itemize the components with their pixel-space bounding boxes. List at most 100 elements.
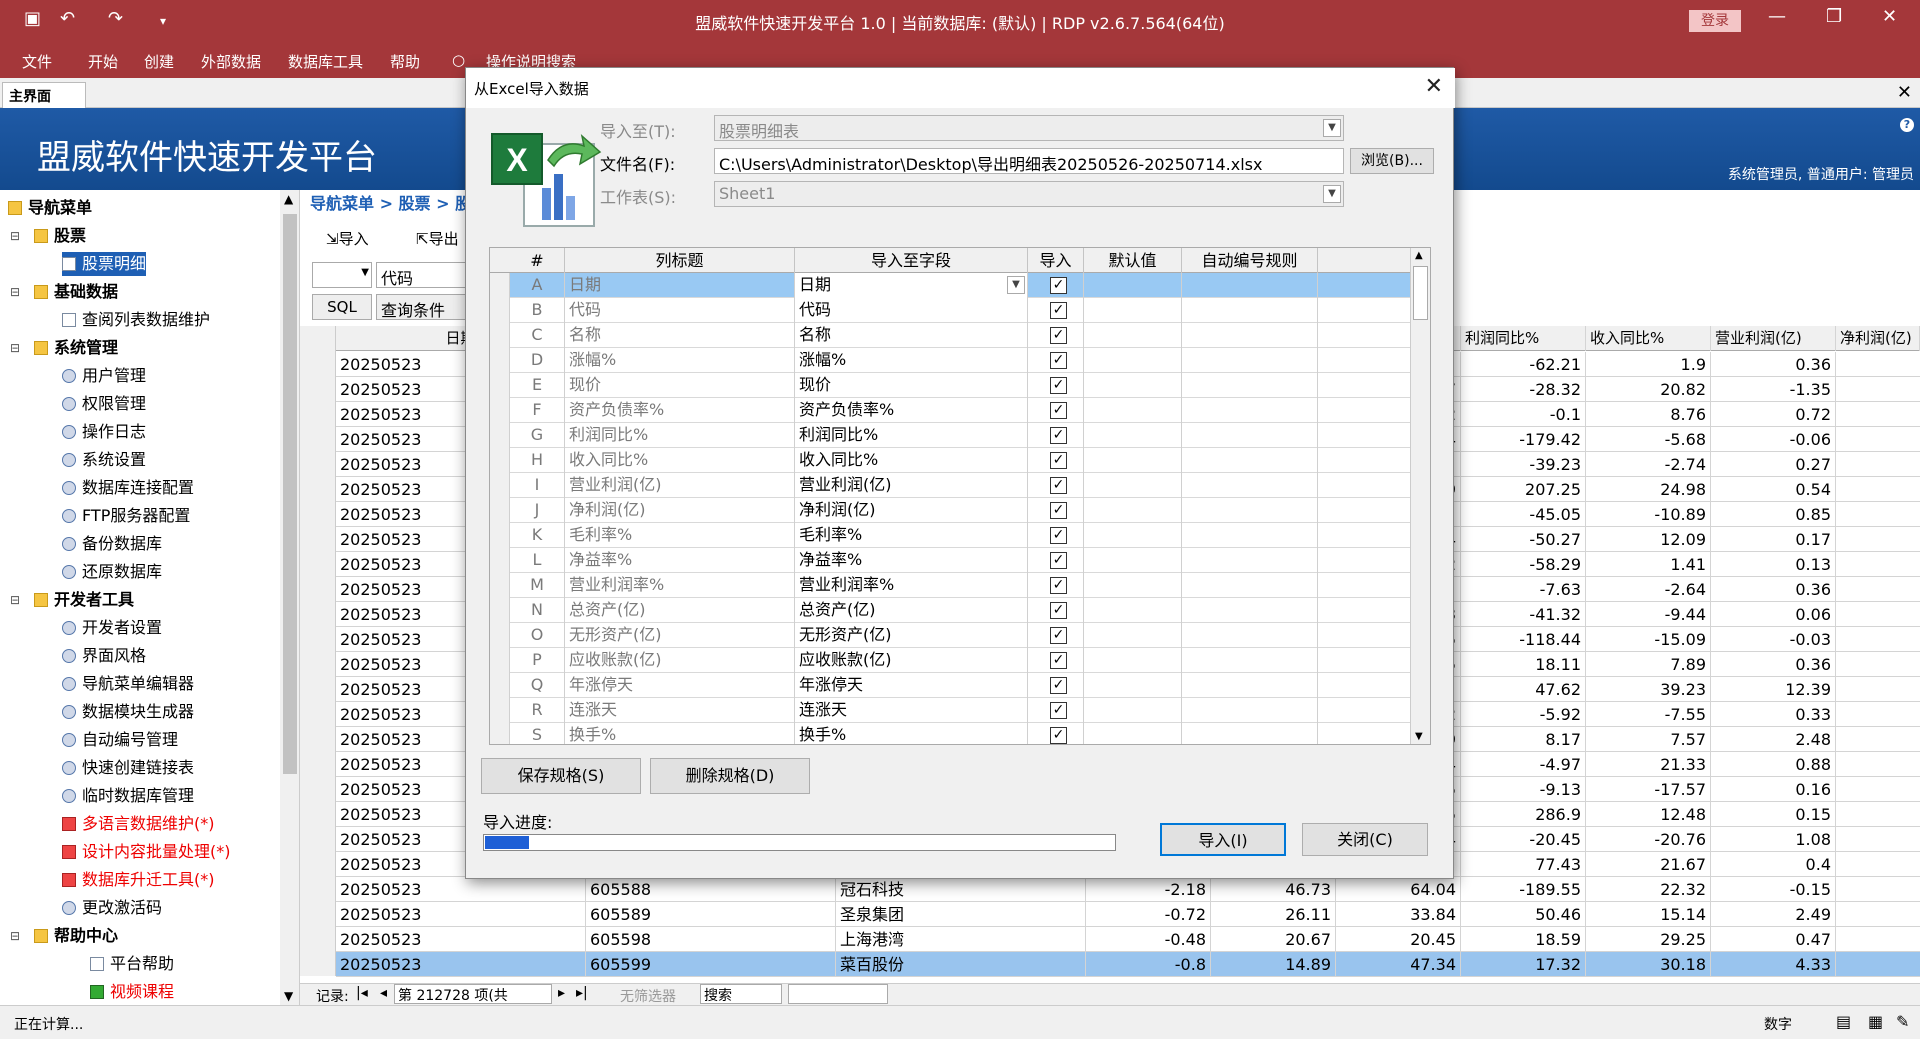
nav-group-3[interactable]: 开发者工具: [34, 588, 134, 612]
mapping-row[interactable]: D 涨幅% 涨幅% ✓: [490, 348, 1410, 373]
import-checkbox[interactable]: ✓: [1050, 477, 1067, 494]
table-cell[interactable]: 0.72: [1711, 402, 1836, 427]
mapping-row[interactable]: L 净益率% 净益率% ✓: [490, 548, 1410, 573]
menu-file[interactable]: 文件: [22, 51, 52, 72]
table-cell[interactable]: -7.63: [1461, 577, 1586, 602]
target-field-select[interactable]: 名称: [795, 323, 1028, 348]
table-cell[interactable]: -2.74: [1586, 452, 1711, 477]
mapping-row[interactable]: K 毛利率% 毛利率% ✓: [490, 523, 1410, 548]
mapping-row[interactable]: O 无形资产(亿) 无形资产(亿) ✓: [490, 623, 1410, 648]
table-cell[interactable]: -5.68: [1586, 427, 1711, 452]
import-checkbox[interactable]: ✓: [1050, 502, 1067, 519]
table-cell[interactable]: 0.06: [1711, 602, 1836, 627]
scroll-down-icon[interactable]: ▼: [284, 989, 293, 1003]
mapping-row[interactable]: E 现价 现价 ✓: [490, 373, 1410, 398]
table-cell[interactable]: 0.88: [1711, 752, 1836, 777]
mapping-row[interactable]: B 代码 代码 ✓: [490, 298, 1410, 323]
table-cell[interactable]: 0.17: [1711, 527, 1836, 552]
import-checkbox[interactable]: ✓: [1050, 677, 1067, 694]
table-cell[interactable]: -179.42: [1461, 427, 1586, 452]
default-value-cell[interactable]: [1084, 348, 1182, 373]
table-cell[interactable]: -10.89: [1586, 502, 1711, 527]
target-field-select[interactable]: 代码: [795, 298, 1028, 323]
row-selector-column[interactable]: [300, 326, 336, 976]
target-field-select[interactable]: 无形资产(亿): [795, 623, 1028, 648]
row-selector[interactable]: [490, 423, 510, 448]
menu-db-tools[interactable]: 数据库工具: [288, 51, 363, 72]
target-field-select[interactable]: 换手%: [795, 723, 1028, 744]
collapse-toggle-icon[interactable]: ⊟: [10, 229, 20, 243]
nav-item-3-7[interactable]: 多语言数据维护(*): [62, 812, 215, 836]
collapse-toggle-icon[interactable]: ⊟: [10, 593, 20, 607]
row-selector[interactable]: [490, 373, 510, 398]
help-icon[interactable]: ?: [1900, 118, 1914, 132]
tab-main[interactable]: 主界面: [2, 82, 86, 108]
breadcrumb[interactable]: 导航菜单 > 股票 > 股: [310, 190, 471, 214]
table-cell[interactable]: 0.54: [1711, 477, 1836, 502]
target-field-select[interactable]: 净利润(亿): [795, 498, 1028, 523]
table-cell[interactable]: 4.33: [1711, 952, 1836, 977]
table-row[interactable]: 20250523 605589 圣泉集团 -0.72 26.11 33.84 50.46 15…: [336, 902, 1920, 927]
chevron-down-icon[interactable]: ▼: [1007, 276, 1025, 294]
nav-item-3-4[interactable]: 自动编号管理: [62, 728, 178, 752]
table-cell[interactable]: 20.82: [1586, 377, 1711, 402]
nav-item-0-0[interactable]: 股票明细: [62, 252, 147, 276]
table-cell[interactable]: 2.49: [1711, 902, 1836, 927]
import-checkbox[interactable]: ✓: [1050, 402, 1067, 419]
default-value-cell[interactable]: [1084, 298, 1182, 323]
table-cell[interactable]: -15.09: [1586, 627, 1711, 652]
mapping-row[interactable]: S 换手% 换手% ✓: [490, 723, 1410, 744]
table-cell[interactable]: -9.13: [1461, 777, 1586, 802]
layout-view-icon[interactable]: ▦: [1868, 1012, 1883, 1031]
nav-item-2-3[interactable]: 系统设置: [62, 448, 146, 472]
close-button[interactable]: 关闭(C): [1302, 823, 1428, 856]
import-checkbox[interactable]: ✓: [1050, 727, 1067, 744]
first-record-icon[interactable]: |◂: [356, 985, 368, 1001]
autonumber-cell[interactable]: [1182, 673, 1318, 698]
autonumber-cell[interactable]: [1182, 523, 1318, 548]
no-filter-button[interactable]: 无筛选器: [620, 986, 676, 1006]
table-cell[interactable]: 605599: [586, 952, 836, 977]
nav-item-3-0[interactable]: 开发者设置: [62, 616, 162, 640]
target-field-select[interactable]: 连涨天: [795, 698, 1028, 723]
nav-scrollbar[interactable]: ▲ ▼: [280, 190, 299, 1005]
nav-item-2-0[interactable]: 用户管理: [62, 364, 146, 388]
table-cell[interactable]: -62.21: [1461, 352, 1586, 377]
table-cell[interactable]: 2.48: [1711, 727, 1836, 752]
default-value-cell[interactable]: [1084, 373, 1182, 398]
table-cell[interactable]: -50.27: [1461, 527, 1586, 552]
autonumber-cell[interactable]: [1182, 598, 1318, 623]
target-field-select[interactable]: 涨幅%: [795, 348, 1028, 373]
table-cell[interactable]: -17.57: [1586, 777, 1711, 802]
mapping-row[interactable]: M 营业利润率% 营业利润率% ✓: [490, 573, 1410, 598]
close-tab-icon[interactable]: ✕: [1897, 82, 1912, 103]
row-selector[interactable]: [490, 673, 510, 698]
browse-button[interactable]: 浏览(B)...: [1350, 148, 1434, 174]
table-cell[interactable]: 47.62: [1461, 677, 1586, 702]
minimize-icon[interactable]: —: [1768, 6, 1786, 27]
mapping-row[interactable]: I 营业利润(亿) 营业利润(亿) ✓: [490, 473, 1410, 498]
table-cell[interactable]: -0.1: [1461, 402, 1586, 427]
table-cell[interactable]: 286.9: [1461, 802, 1586, 827]
row-selector[interactable]: [490, 573, 510, 598]
import-checkbox[interactable]: ✓: [1050, 577, 1067, 594]
nav-group-2[interactable]: 系统管理: [34, 336, 118, 360]
table-cell[interactable]: -7.55: [1586, 702, 1711, 727]
dialog-close-icon[interactable]: ✕: [1425, 74, 1443, 99]
table-cell[interactable]: 20.45: [1336, 927, 1461, 952]
import-checkbox[interactable]: ✓: [1050, 427, 1067, 444]
table-cell[interactable]: -20.45: [1461, 827, 1586, 852]
import-checkbox[interactable]: ✓: [1050, 652, 1067, 669]
sql-button[interactable]: SQL: [312, 294, 372, 320]
table-cell[interactable]: -0.8: [1086, 952, 1211, 977]
import-checkbox[interactable]: ✓: [1050, 277, 1067, 294]
delete-spec-button[interactable]: 删除规格(D): [650, 758, 810, 794]
autonumber-cell[interactable]: [1182, 698, 1318, 723]
table-cell[interactable]: -9.44: [1586, 602, 1711, 627]
table-cell[interactable]: -58.29: [1461, 552, 1586, 577]
table-cell[interactable]: 0.4: [1711, 852, 1836, 877]
table-cell[interactable]: -41.32: [1461, 602, 1586, 627]
table-cell[interactable]: 39.23: [1586, 677, 1711, 702]
table-cell[interactable]: -118.44: [1461, 627, 1586, 652]
save-spec-button[interactable]: 保存规格(S): [481, 758, 641, 794]
